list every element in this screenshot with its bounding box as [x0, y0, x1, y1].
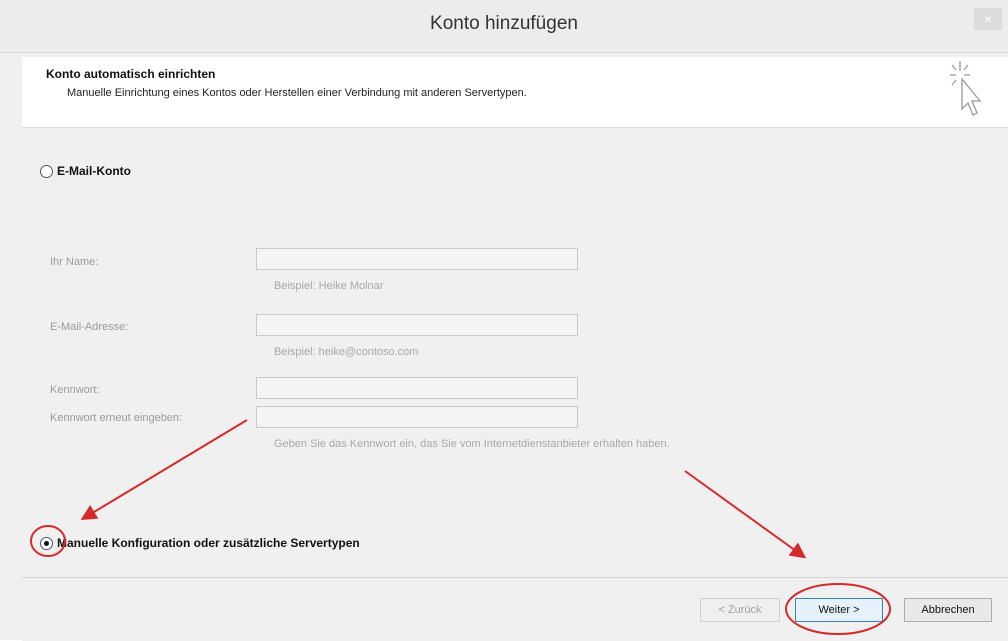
add-account-dialog: Konto hinzufügen × Konto automatisch ein… [0, 0, 1008, 641]
name-hint: Beispiel: Heike Molnar [274, 280, 384, 292]
password-hint: Geben Sie das Kennwort ein, das Sie vom … [274, 438, 670, 450]
email-label: E-Mail-Adresse: [50, 321, 129, 333]
wizard-content: E-Mail-Konto Ihr Name: Beispiel: Heike M… [22, 128, 1008, 576]
manual-config-option[interactable]: Manuelle Konfiguration oder zusätzliche … [40, 536, 360, 550]
password-input[interactable] [256, 377, 578, 399]
wizard-footer: < Zurück Weiter > Abbrechen [22, 577, 1008, 641]
email-account-radio[interactable] [40, 164, 53, 178]
email-hint: Beispiel: heike@contoso.com [274, 346, 419, 358]
wizard-header: Konto automatisch einrichten Manuelle Ei… [22, 57, 1008, 128]
email-account-label: E-Mail-Konto [57, 164, 131, 178]
password-confirm-input[interactable] [256, 406, 578, 428]
name-label: Ihr Name: [50, 256, 99, 268]
manual-config-label: Manuelle Konfiguration oder zusätzliche … [57, 536, 360, 550]
password-label: Kennwort: [50, 384, 100, 396]
email-input[interactable] [256, 314, 578, 336]
title-bar: Konto hinzufügen × [0, 0, 1008, 53]
header-title: Konto automatisch einrichten [46, 67, 216, 81]
header-description: Manuelle Einrichtung eines Kontos oder H… [67, 87, 527, 99]
password-confirm-label: Kennwort erneut eingeben: [50, 412, 183, 424]
close-button[interactable]: × [974, 8, 1002, 30]
name-input[interactable] [256, 248, 578, 270]
cancel-button[interactable]: Abbrechen [904, 598, 992, 622]
wizard-cursor-icon [950, 61, 982, 116]
manual-config-radio[interactable] [40, 536, 53, 550]
next-button[interactable]: Weiter > [795, 598, 883, 622]
email-account-option[interactable]: E-Mail-Konto [40, 164, 131, 178]
window-title: Konto hinzufügen [430, 13, 578, 34]
back-button[interactable]: < Zurück [700, 598, 780, 622]
